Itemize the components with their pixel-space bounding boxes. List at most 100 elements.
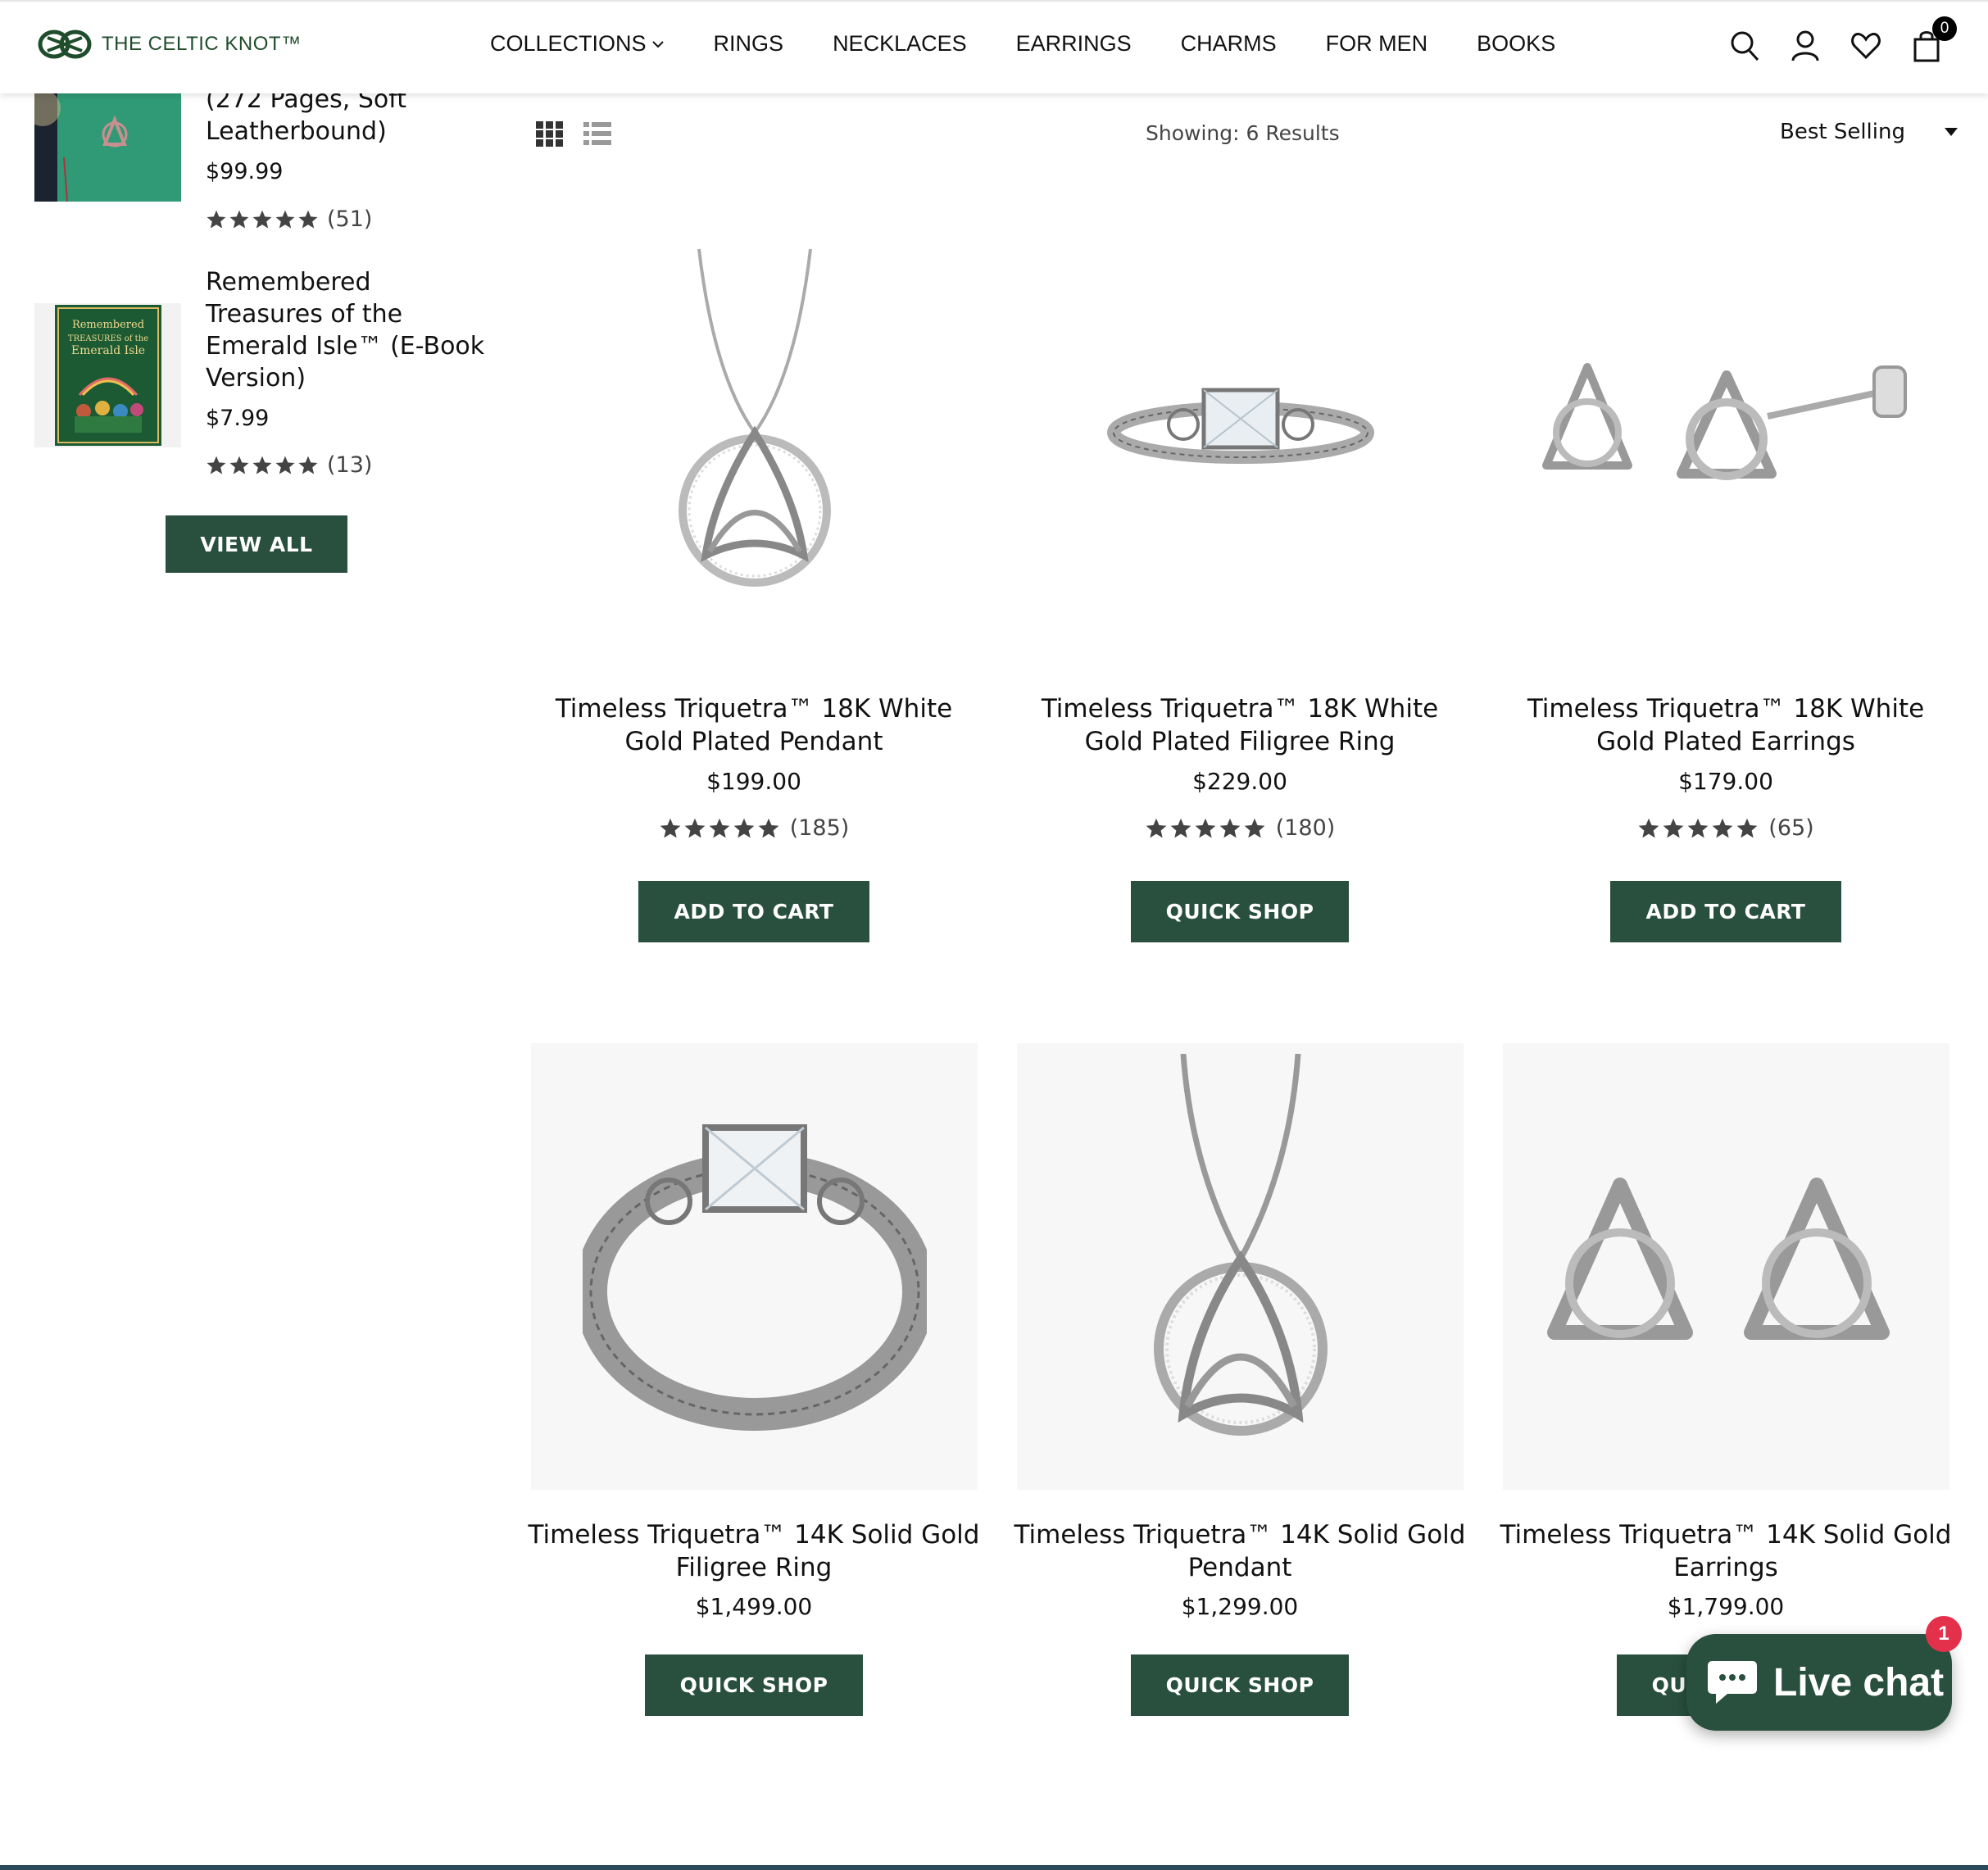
product-title[interactable]: Timeless Triquetra™ 14K Solid Gold Penda… [1010,1518,1469,1584]
product-title[interactable]: Timeless Triquetra™ 18K White Gold Plate… [1010,692,1469,758]
star-icon [298,210,318,229]
nav-rings-label: RINGS [713,31,784,56]
sidebar-product-price: $99.99 [206,159,284,184]
logo-text: THE CELTIC KNOT™ [102,33,302,55]
star-rating [659,817,780,840]
sort-select[interactable]: Best Selling [1780,120,1958,144]
review-count: (180) [1275,815,1336,841]
book-cover-image: Remembered TREASURES of the Emerald Isle [54,305,161,446]
star-icon [1712,818,1733,837]
product-title[interactable]: Timeless Triquetra™ 14K Solid Gold Filig… [524,1518,983,1584]
account-button[interactable] [1790,30,1821,62]
product-card: Timeless Triquetra™ 14K Solid Gold Filig… [524,1043,983,1732]
nav-collections[interactable]: COLLECTIONS [490,31,665,57]
quick-shop-button[interactable]: QUICK SHOP [645,1654,863,1716]
pendant-image [678,248,831,587]
star-icon [1244,818,1265,837]
product-price: $179.00 [1678,768,1773,795]
sidebar-product[interactable]: Remembered TREASURES of the Emerald Isle… [34,266,493,488]
product-card: Timeless Triquetra™ 14K Solid Gold Earri… [1496,1043,1955,1732]
bottom-edge [0,1865,1988,1870]
nav-books[interactable]: BOOKS [1477,31,1555,57]
ring-image [582,1123,927,1431]
nav-charms[interactable]: CHARMS [1181,31,1277,57]
wishlist-button[interactable] [1850,30,1881,62]
list-view-icon [583,122,611,145]
star-icon [1219,818,1241,837]
search-icon [1731,31,1759,61]
product-image[interactable] [1017,201,1464,647]
star-icon [709,818,730,837]
sidebar-product-rating: (13) [206,452,372,478]
book-thumbnail[interactable] [34,92,181,202]
nav-charms-label: CHARMS [1180,31,1277,56]
product-title[interactable]: Timeless Triquetra™ 14K Solid Gold Earri… [1496,1518,1955,1584]
results-count: Showing: 6 Results [1146,121,1340,145]
book-thumbnail[interactable]: Remembered TREASURES of the Emerald Isle [34,303,181,447]
star-rating [206,209,319,230]
sidebar-product[interactable]: (272 Pages, Soft Leatherbound) $99.99 (5… [34,85,493,239]
star-icon [207,456,226,474]
add-to-cart-button[interactable]: ADD TO CART [638,881,869,942]
product-image[interactable] [1503,201,1949,647]
quick-shop-button[interactable]: QUICK SHOP [1131,1654,1349,1716]
main-nav: COLLECTIONS RINGS NECKLACES EARRINGS CHA… [490,31,1555,57]
svg-text:Emerald Isle: Emerald Isle [70,344,144,357]
product-price: $199.00 [706,768,801,795]
nav-for-men[interactable]: FOR MEN [1326,31,1428,57]
product-card: Timeless Triquetra™ 18K White Gold Plate… [524,201,983,946]
star-rating [1145,817,1266,840]
star-icon [1736,818,1758,837]
product-image[interactable] [1017,1043,1464,1490]
book-cover-image [34,92,181,202]
product-rating: (65) [1496,815,1955,841]
star-icon [275,210,295,229]
star-icon [229,210,249,229]
product-price: $1,799.00 [1667,1593,1785,1620]
list-view-button[interactable] [583,121,611,151]
nav-necklaces-label: NECKLACES [833,31,967,56]
svg-text:Remembered: Remembered [71,319,143,331]
review-count: (185) [789,815,850,841]
view-toggle [536,121,611,151]
ring-image [1106,388,1374,464]
star-icon [684,818,706,837]
product-title[interactable]: Timeless Triquetra™ 18K White Gold Plate… [524,692,983,758]
view-all-button[interactable]: VIEW ALL [166,515,347,573]
search-button[interactable] [1729,30,1760,62]
product-image[interactable] [531,1043,978,1490]
add-to-cart-button[interactable]: ADD TO CART [1610,881,1841,942]
star-icon [207,210,226,229]
header-icons: 0 [1729,16,1957,62]
star-icon [1170,818,1191,837]
cart-count-badge: 0 [1932,16,1957,41]
grid-view-icon [536,121,563,147]
nav-books-label: BOOKS [1477,31,1556,56]
quick-shop-button[interactable]: QUICK SHOP [1131,881,1349,942]
heart-icon [1851,32,1881,60]
grid-view-button[interactable] [536,121,564,151]
nav-necklaces[interactable]: NECKLACES [833,31,967,57]
logo[interactable]: THE CELTIC KNOT™ [38,28,302,61]
nav-earrings[interactable]: EARRINGS [1016,31,1132,57]
live-chat-label: Live chat [1773,1660,1945,1704]
cart-button[interactable]: 0 [1911,16,1957,62]
nav-rings[interactable]: RINGS [714,31,784,57]
product-rating: (180) [1010,815,1469,841]
star-icon [733,818,755,837]
live-chat-button[interactable]: Live chat 1 [1686,1616,1962,1731]
star-icon [275,456,295,474]
star-icon [1687,818,1709,837]
product-title[interactable]: Timeless Triquetra™ 18K White Gold Plate… [1496,692,1955,758]
star-icon [758,818,779,837]
chat-bubble-icon [1708,1661,1757,1704]
star-icon [252,456,272,474]
product-image[interactable] [1503,1043,1949,1490]
site-header: THE CELTIC KNOT™ COLLECTIONS RINGS NECKL… [0,0,1988,93]
product-price: $1,499.00 [695,1593,813,1620]
caret-down-icon [1945,128,1958,136]
sidebar-product-rating: (51) [206,207,372,232]
sidebar-product-title[interactable]: Remembered Treasures of the Emerald Isle… [206,266,492,394]
pendant-image [1153,1053,1328,1436]
product-image[interactable] [531,201,978,647]
